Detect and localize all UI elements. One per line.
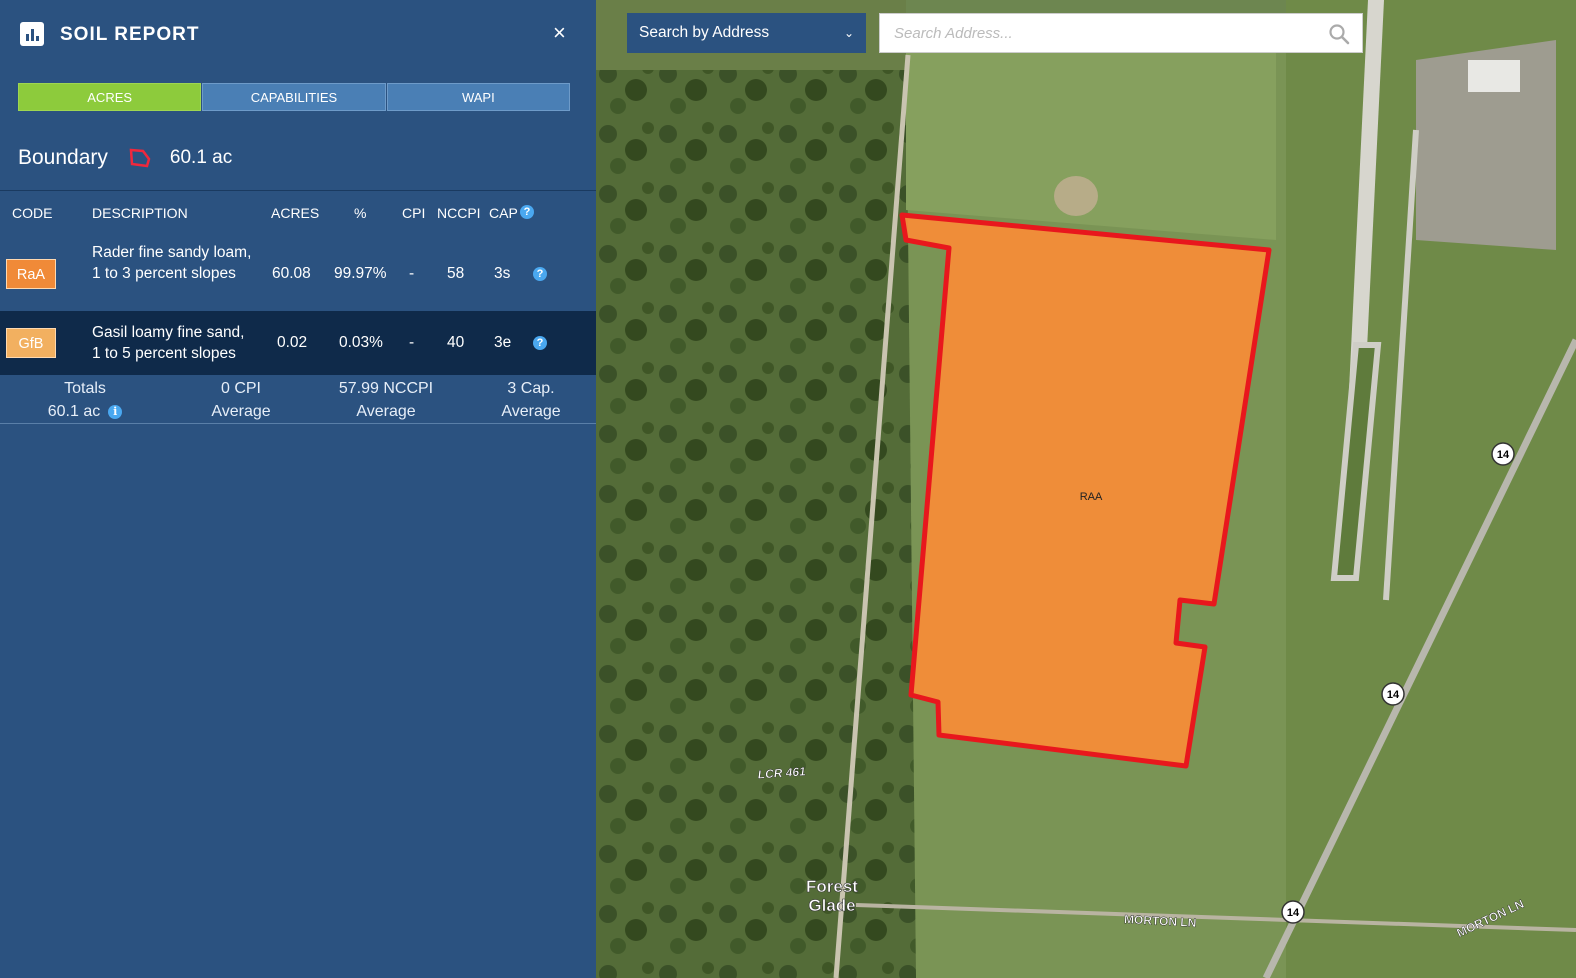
totals-row: Totals 60.1 ac i 0 CPI Average 57.99 NCCP… [0,377,596,423]
soil-nccpi: 40 [447,334,465,351]
search-icon[interactable] [1328,23,1350,45]
pond [1054,176,1098,216]
table-row: GfB Gasil loamy fine sand, 1 to 5 percen… [0,311,596,375]
soil-code-badge: GfB [6,328,56,358]
col-acres: ACRES [271,205,320,221]
field-soil-label: RAA [1080,491,1103,503]
soil-cap: 3s [494,265,511,282]
totals-cap: 3 Cap. [507,380,555,397]
col-nccpi: NCCPI [437,205,481,221]
boundary-acres: 60.1 ac [169,147,233,168]
panel-title: SOIL REPORT [60,24,200,45]
soil-description: Rader fine sandy loam, 1 to 3 percent sl… [92,244,252,282]
soil-cap: 3e [494,334,512,351]
search-mode-label: Search by Address [639,24,770,41]
close-icon[interactable]: × [553,22,566,44]
search-box [879,13,1363,53]
boundary-summary: Boundary 60.1 ac [18,144,232,172]
highway-shield-number: 14 [1287,907,1300,919]
tab-wapi[interactable]: WAPI [386,83,570,111]
soil-description: Gasil loamy fine sand, 1 to 5 percent sl… [92,324,245,362]
satellite-map[interactable]: RAA LCR 461 Forest Glade MORTON LN MORTO… [596,0,1576,978]
soil-report-panel: SOIL REPORT × ACRES CAPABILITIES WAPI Bo… [0,0,596,978]
soil-cpi: - [409,334,415,351]
town-label: Glade [808,896,855,915]
soil-acres: 0.02 [277,334,308,351]
col-cap: CAP [489,205,518,221]
divider [0,190,596,191]
soil-cpi: - [409,265,415,282]
divider [0,423,596,424]
hangar [1468,60,1520,92]
col-code: CODE [12,205,53,221]
boundary-polygon-icon [129,148,151,168]
info-icon[interactable]: i [108,405,123,419]
boundary-label: Boundary [18,146,108,169]
soil-nccpi: 58 [447,265,465,282]
highway-shield-icon: 14 [1491,442,1515,466]
totals-cap-cell: 3 Cap. Average [476,377,586,423]
totals-nccpi: 57.99 NCCPI [338,380,434,397]
search-mode-select[interactable]: Search by Address ⌄ [627,13,866,53]
totals-cap-sub: Average [501,403,561,420]
bar-chart-icon [20,22,44,46]
search-input[interactable] [892,14,1316,52]
highway-shield-number: 14 [1387,689,1400,701]
totals-cpi-sub: Average [211,403,271,420]
tab-acres[interactable]: ACRES [18,83,202,111]
highway-shield-icon: 14 [1281,900,1305,924]
highway-shield-number: 14 [1497,449,1510,461]
soil-code-badge: RaA [6,259,56,289]
totals-cpi: 0 CPI [220,380,261,397]
col-percent: % [354,205,367,221]
soil-acres: 60.08 [272,265,311,282]
report-tabs: ACRES CAPABILITIES WAPI [18,83,571,111]
tab-capabilities[interactable]: CAPABILITIES [202,83,386,111]
town-label: Forest [806,877,858,896]
table-header: CODE DESCRIPTION ACRES % CPI NCCPI CAP ? [0,205,596,223]
soil-percent: 0.03% [339,334,383,351]
chevron-down-icon: ⌄ [843,26,854,40]
woodland-area [596,60,916,978]
totals-label: Totals [64,380,106,397]
row-help-icon[interactable]: ? [533,336,547,350]
totals-cpi-cell: 0 CPI Average [186,377,296,423]
col-description: DESCRIPTION [92,205,188,221]
cap-help-icon[interactable]: ? [520,205,534,219]
totals-acres-cell: Totals 60.1 ac i [30,377,140,423]
row-help-icon[interactable]: ? [533,267,547,281]
totals-nccpi-cell: 57.99 NCCPI Average [321,377,451,423]
highway-shield-icon: 14 [1381,682,1405,706]
col-cpi: CPI [402,205,426,221]
panel-header: SOIL REPORT × [0,0,596,70]
table-row: RaA Rader fine sandy loam, 1 to 3 percen… [0,240,596,310]
totals-nccpi-sub: Average [356,403,416,420]
totals-acres: 60.1 ac [47,403,101,420]
map-canvas[interactable]: RAA LCR 461 Forest Glade MORTON LN MORTO… [596,0,1576,978]
soil-percent: 99.97% [334,265,387,282]
